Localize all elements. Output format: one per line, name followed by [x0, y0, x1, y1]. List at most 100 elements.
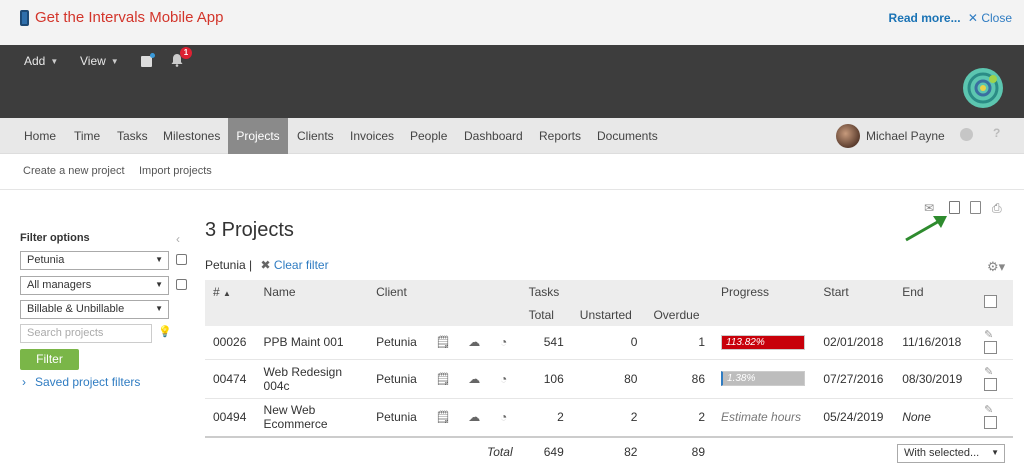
read-more-link[interactable]: Read more...	[889, 11, 961, 25]
billable-select[interactable]: Billable & Unbillable ▼	[20, 300, 169, 319]
create-project-link[interactable]: Create a new project	[23, 165, 125, 177]
notes-icon[interactable]: 🗒	[427, 398, 461, 438]
row-checkbox[interactable]	[984, 377, 998, 391]
notes-button[interactable]	[141, 53, 155, 67]
dashboard-icon[interactable]: ◔	[491, 359, 521, 399]
with-selected-value: With selected...	[904, 447, 980, 459]
dashboard-icon[interactable]: ◔	[491, 326, 521, 360]
pencil-icon[interactable]: ✎	[984, 329, 993, 341]
col-start[interactable]: Start	[815, 280, 894, 303]
billable-select-value: Billable & Unbillable	[27, 303, 125, 315]
lightbulb-icon[interactable]: 💡	[158, 325, 172, 338]
caret-down-icon: ▼	[155, 304, 163, 313]
filter-breadcrumb: Petunia | ✖ Clear filter	[205, 258, 329, 272]
nav-tasks[interactable]: Tasks	[109, 118, 156, 154]
project-name-link[interactable]: New Web Ecommerce	[255, 398, 369, 438]
top-bar: Add ▼ View ▼ 1	[0, 45, 1024, 118]
select-all-checkbox[interactable]	[984, 295, 998, 308]
main-nav: Home Time Tasks Milestones Projects Clie…	[0, 118, 1024, 154]
import-projects-link[interactable]: Import projects	[139, 165, 212, 177]
help-icon[interactable]: ?	[993, 126, 1000, 140]
clear-icon[interactable]: ✖	[261, 258, 271, 272]
nav-clients[interactable]: Clients	[289, 118, 342, 154]
notes-icon[interactable]: 🗒	[427, 359, 461, 399]
nav-invoices[interactable]: Invoices	[342, 118, 402, 154]
pdf-export-icon[interactable]	[970, 201, 981, 214]
managers-select[interactable]: All managers ▼	[20, 276, 169, 295]
user-name: Michael Payne	[866, 129, 945, 143]
col-tasks: Tasks	[528, 284, 560, 299]
cloud-upload-icon[interactable]: ☁	[460, 398, 492, 438]
nav-milestones[interactable]: Milestones	[155, 118, 228, 154]
pencil-icon[interactable]: ✎	[984, 366, 993, 378]
col-progress[interactable]: Progress	[713, 280, 815, 303]
row-checkbox[interactable]	[984, 416, 998, 430]
notes-icon[interactable]: 🗒	[427, 326, 461, 360]
project-client[interactable]: Petunia	[368, 326, 428, 360]
col-end[interactable]: End	[894, 280, 976, 303]
chevron-left-icon[interactable]: ‹	[176, 232, 180, 246]
chevron-right-icon: ›	[22, 375, 26, 389]
end-date: None	[894, 398, 977, 438]
nav-time[interactable]: Time	[66, 118, 108, 154]
table-row: 00026 PPB Maint 001 Petunia 🗒 ☁ ◔ 541 0 …	[205, 326, 1013, 360]
table-settings-gear-icon[interactable]: ⚙▾	[987, 259, 1005, 275]
project-id: 00494	[205, 398, 256, 438]
nav-home[interactable]: Home	[16, 118, 64, 154]
print-icon[interactable]: ⎙	[992, 201, 1002, 216]
mobile-app-link[interactable]: Get the Intervals Mobile App	[20, 9, 223, 26]
notifications-button[interactable]: 1	[170, 47, 192, 67]
user-menu[interactable]: Michael Payne	[836, 124, 945, 148]
clear-filter-link[interactable]: Clear filter	[274, 258, 329, 272]
col-name[interactable]: Name	[256, 280, 369, 303]
cloud-upload-icon[interactable]: ☁	[460, 326, 492, 360]
col-number[interactable]: # ▲	[205, 280, 256, 303]
nav-dashboard[interactable]: Dashboard	[456, 118, 531, 154]
nav-reports[interactable]: Reports	[531, 118, 589, 154]
nav-people[interactable]: People	[402, 118, 455, 154]
project-client[interactable]: Petunia	[368, 398, 428, 438]
estimate-hours-link[interactable]: Estimate hours	[713, 398, 816, 438]
intervals-logo[interactable]	[962, 67, 1004, 109]
tasks-overdue: 86	[645, 359, 714, 399]
view-menu[interactable]: View ▼	[80, 54, 119, 68]
project-name-link[interactable]: Web Redesign 004c	[255, 359, 369, 399]
project-name-link[interactable]: PPB Maint 001	[255, 326, 369, 360]
checklist-icon[interactable]	[176, 254, 187, 265]
avatar	[836, 124, 860, 148]
col-client[interactable]: Client	[368, 280, 427, 303]
col-overdue[interactable]: Overdue	[645, 303, 713, 326]
phone-icon	[20, 9, 29, 26]
totals-label: Total	[487, 444, 513, 459]
excel-export-icon[interactable]	[949, 201, 960, 214]
table-row: 00474 Web Redesign 004c Petunia 🗒 ☁ ◔ 10…	[205, 359, 1013, 399]
notification-badge: 1	[180, 47, 192, 59]
saved-filters-link[interactable]: › Saved project filters	[22, 375, 140, 389]
add-menu[interactable]: Add ▼	[24, 54, 58, 68]
cloud-upload-icon[interactable]: ☁	[460, 359, 492, 399]
gear-icon[interactable]	[960, 128, 973, 141]
with-selected-select[interactable]: With selected... ▼	[897, 444, 1005, 463]
tasks-total: 2	[520, 398, 572, 438]
col-unstarted[interactable]: Unstarted	[572, 303, 646, 326]
nav-projects[interactable]: Projects	[228, 118, 288, 154]
note-icon	[141, 53, 155, 67]
project-client[interactable]: Petunia	[368, 359, 428, 399]
tasks-total: 541	[520, 326, 572, 360]
search-projects-input[interactable]: Search projects	[20, 324, 152, 343]
caret-down-icon: ▼	[155, 255, 163, 264]
nav-documents[interactable]: Documents	[589, 118, 666, 154]
filter-button[interactable]: Filter	[20, 349, 79, 370]
client-select[interactable]: Petunia ▼	[20, 251, 169, 270]
pencil-icon[interactable]: ✎	[984, 404, 993, 416]
sub-nav: Create a new project Import projects	[0, 154, 1024, 190]
totals-unstarted: 82	[624, 444, 638, 459]
close-banner-link[interactable]: ✕ Close	[968, 11, 1012, 25]
dashboard-icon[interactable]: ◔	[491, 398, 521, 438]
checklist-icon[interactable]	[176, 279, 187, 290]
row-checkbox[interactable]	[984, 341, 998, 355]
tasks-overdue: 1	[645, 326, 714, 360]
start-date: 02/01/2018	[815, 326, 895, 360]
col-total[interactable]: Total	[521, 303, 572, 326]
client-select-value: Petunia	[27, 254, 65, 266]
